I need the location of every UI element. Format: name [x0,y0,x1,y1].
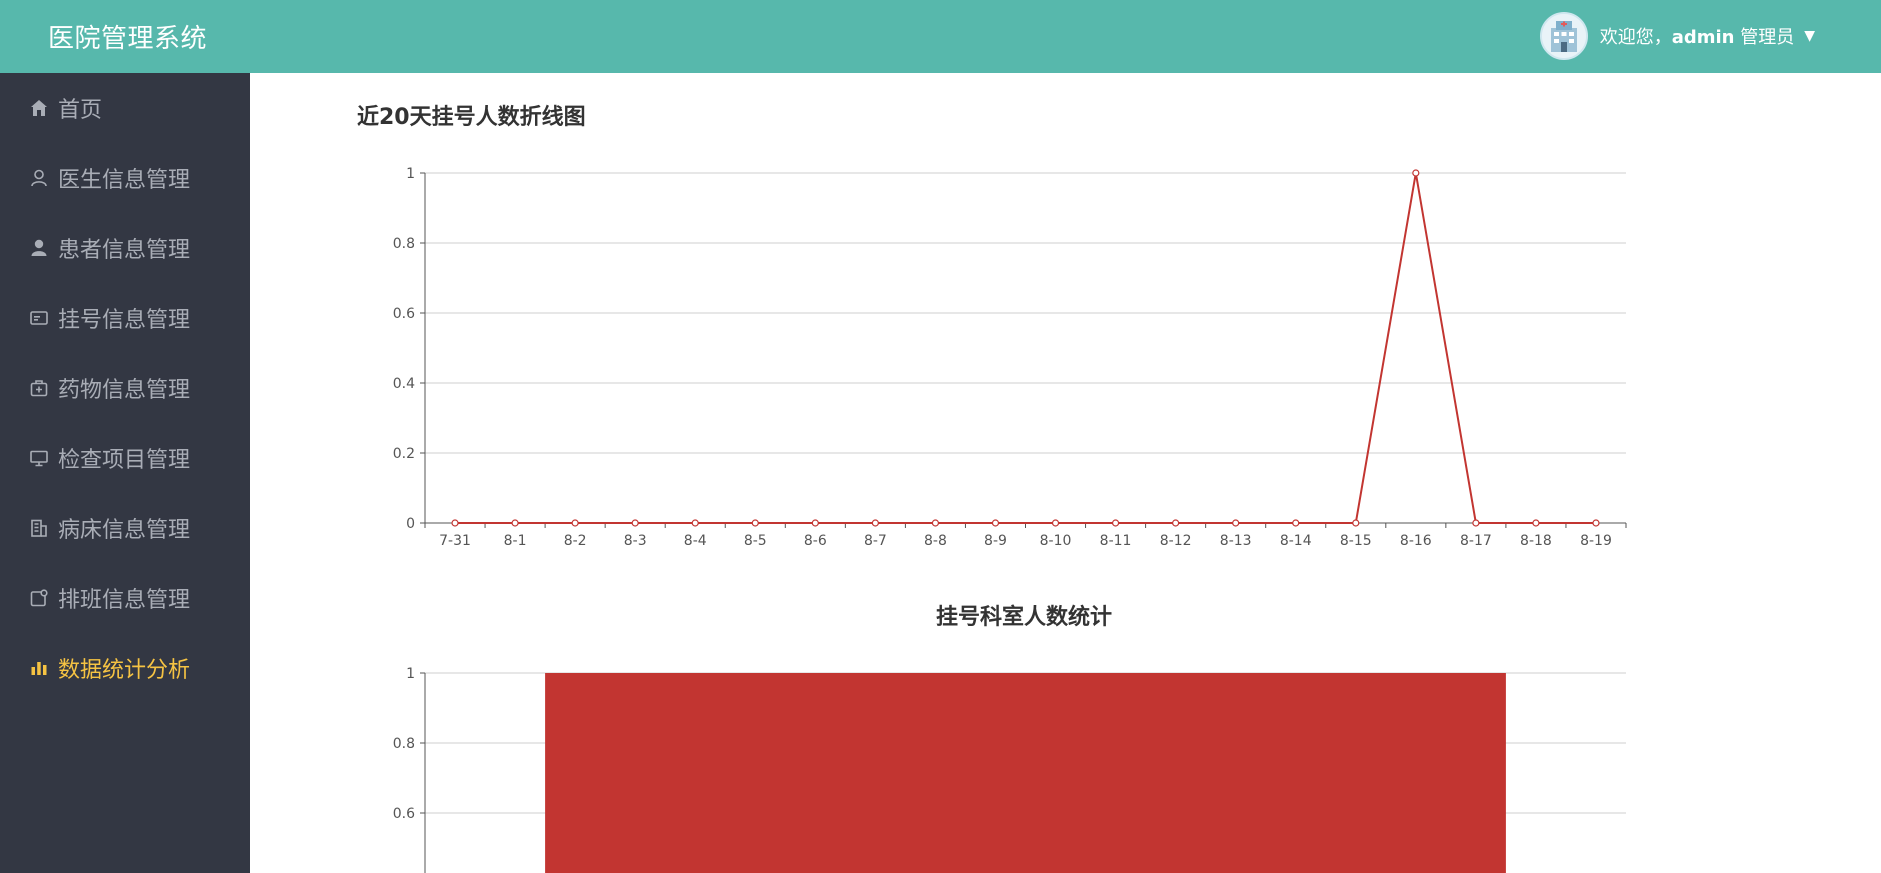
sidebar-item-label: 排班信息管理 [58,588,191,613]
id-card-icon [28,307,50,329]
hospital-building-icon [1541,14,1586,58]
sidebar-item-label: 挂号信息管理 [58,308,191,333]
welcome-prefix: 欢迎您， [1599,27,1672,48]
home-icon [28,97,50,119]
top-header: 医院管理系统 欢迎您，admin 管理员 ▼ [0,0,1881,73]
username: admin [1671,27,1735,48]
user-menu[interactable]: 欢迎您，admin 管理员 ▼ [1539,10,1815,62]
sidebar-item-exams[interactable]: 检查项目管理 [0,423,250,493]
sidebar-item-label: 药物信息管理 [58,378,191,403]
sidebar-item-medicines[interactable]: 药物信息管理 [0,353,250,423]
caret-down-icon[interactable]: ▼ [1804,28,1815,44]
schedule-icon [28,587,50,609]
sidebar-item-statistics[interactable]: 数据统计分析 [0,633,250,703]
sidebar: 首页 医生信息管理 患者信息管理 挂号信息管理 药物信息管理 检查项目管理 病床… [0,73,250,873]
sidebar-item-label: 检查项目管理 [58,448,191,473]
avatar[interactable] [1539,12,1588,60]
bar [545,673,1506,873]
main-content: 近20天挂号人数折线图 挂号科室人数统计 0 0.2 0.4 0.6 0.8 1 7-31 8… [250,73,1881,873]
user-solid-icon [28,237,50,259]
sidebar-item-label: 数据统计分析 [58,658,191,683]
user-role: 管理员 [1740,27,1795,48]
bar-chart-icon [28,657,50,679]
monitor-icon [28,447,50,469]
sidebar-item-label: 病床信息管理 [58,518,191,543]
sidebar-item-label: 医生信息管理 [58,168,191,193]
sidebar-item-label: 患者信息管理 [58,238,191,263]
sidebar-item-home[interactable]: 首页 [0,73,250,143]
medicine-box-icon [28,377,50,399]
y-tick-label: 0.6 [393,806,415,822]
sidebar-item-schedule[interactable]: 排班信息管理 [0,563,250,633]
y-tick-label: 0.8 [393,736,415,752]
welcome-text: 欢迎您，admin 管理员 [1600,23,1795,49]
sidebar-item-label: 首页 [58,98,103,123]
user-outline-icon [28,167,50,189]
sidebar-item-doctors[interactable]: 医生信息管理 [0,143,250,213]
sidebar-item-beds[interactable]: 病床信息管理 [0,493,250,563]
app-title: 医院管理系统 [48,24,208,54]
building-icon [28,517,50,539]
sidebar-item-patients[interactable]: 患者信息管理 [0,213,250,283]
sidebar-item-registrations[interactable]: 挂号信息管理 [0,283,250,353]
department-bar-chart: 0.6 0.8 1 [393,666,1626,873]
y-tick-label: 1 [406,666,415,682]
